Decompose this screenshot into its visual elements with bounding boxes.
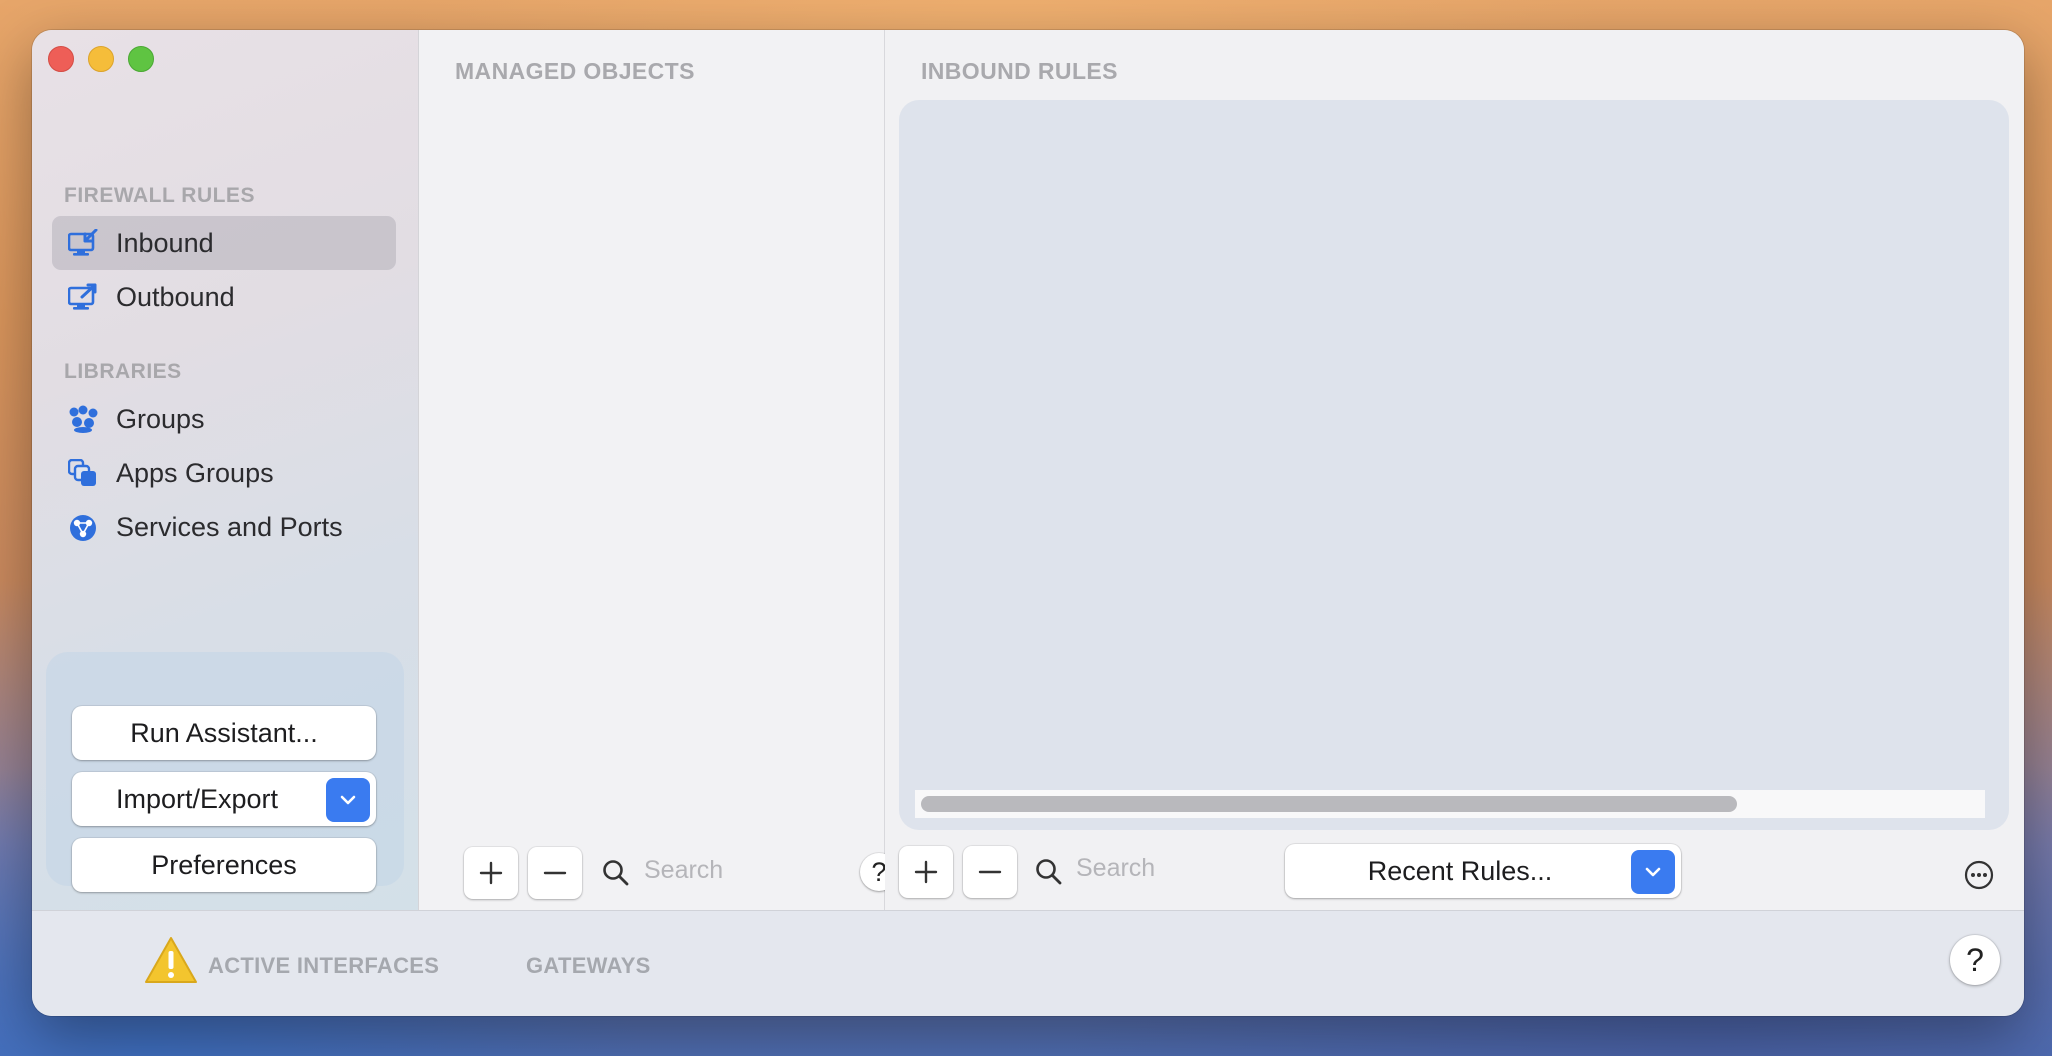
recent-rules-label: Recent Rules... <box>1367 856 1553 886</box>
add-rule-button[interactable] <box>899 846 953 898</box>
chevron-down-icon[interactable] <box>1631 850 1675 894</box>
more-options-icon[interactable] <box>1964 860 1994 890</box>
sidebar-item-groups[interactable]: Groups <box>52 392 396 446</box>
plus-icon <box>479 861 503 885</box>
remove-object-button[interactable] <box>528 847 582 899</box>
managed-objects-search-input[interactable]: Search <box>644 856 824 885</box>
managed-objects-title: MANAGED OBJECTS <box>455 58 695 84</box>
sidebar-item-label: Groups <box>116 404 205 434</box>
app-window: FIREWALL RULES Inbound Outbound LIBRARIE… <box>32 30 2024 1016</box>
inbound-rules-search-input[interactable]: Search <box>1076 854 1256 883</box>
import-export-label: Import/Export <box>115 784 279 814</box>
sidebar-item-inbound[interactable]: Inbound <box>52 216 396 270</box>
inbound-rules-list[interactable] <box>899 100 2009 830</box>
zoom-window-button[interactable] <box>128 46 154 72</box>
sidebar-item-outbound[interactable]: Outbound <box>52 270 396 324</box>
chevron-down-icon[interactable] <box>326 778 370 822</box>
apps-groups-icon <box>67 458 98 487</box>
inbound-rules-title: INBOUND RULES <box>921 58 1118 84</box>
help-button[interactable]: ? <box>1950 935 2000 985</box>
libraries-header: LIBRARIES <box>64 360 182 383</box>
sidebar-item-label: Outbound <box>116 282 235 312</box>
managed-objects-pane: MANAGED OBJECTS Search ? <box>419 30 898 910</box>
inbound-monitor-icon <box>67 228 98 257</box>
scrollbar-thumb[interactable] <box>921 796 1737 812</box>
sidebar-item-services-and-ports[interactable]: Services and Ports <box>52 500 396 554</box>
tab-active-interfaces[interactable]: ACTIVE INTERFACES <box>208 953 439 979</box>
horizontal-scrollbar[interactable] <box>915 790 1985 818</box>
minus-icon <box>543 871 567 875</box>
tab-gateways[interactable]: GATEWAYS <box>526 953 651 979</box>
remove-rule-button[interactable] <box>963 846 1017 898</box>
interfaces-bar: ACTIVE INTERFACES GATEWAYS ? <box>32 910 2024 1016</box>
sidebar-item-apps-groups[interactable]: Apps Groups <box>52 446 396 500</box>
minus-icon <box>978 870 1002 874</box>
sidebar-item-label: Inbound <box>116 228 214 258</box>
search-icon <box>603 860 629 886</box>
sidebar: FIREWALL RULES Inbound Outbound LIBRARIE… <box>32 30 419 910</box>
outbound-monitor-icon <box>67 283 98 311</box>
search-icon <box>1036 859 1062 885</box>
sidebar-actions-panel: Run Assistant... Import/Export Preferenc… <box>46 652 404 892</box>
recent-rules-dropdown[interactable]: Recent Rules... <box>1285 844 1681 898</box>
warning-triangle-icon <box>145 937 197 983</box>
plus-icon <box>914 860 938 884</box>
preferences-button[interactable]: Preferences <box>72 838 376 892</box>
inbound-rules-pane: INBOUND RULES Search Recent Rules... <box>885 30 2024 910</box>
sidebar-item-label: Services and Ports <box>116 512 343 542</box>
firewall-rules-header: FIREWALL RULES <box>64 184 255 207</box>
close-window-button[interactable] <box>48 46 74 72</box>
add-object-button[interactable] <box>464 847 518 899</box>
services-globe-icon <box>68 513 98 541</box>
managed-objects-list[interactable] <box>419 100 884 830</box>
minimize-window-button[interactable] <box>88 46 114 72</box>
run-assistant-button[interactable]: Run Assistant... <box>72 706 376 760</box>
sidebar-item-label: Apps Groups <box>116 458 274 488</box>
import-export-button[interactable]: Import/Export <box>72 772 376 826</box>
groups-icon <box>68 405 98 433</box>
